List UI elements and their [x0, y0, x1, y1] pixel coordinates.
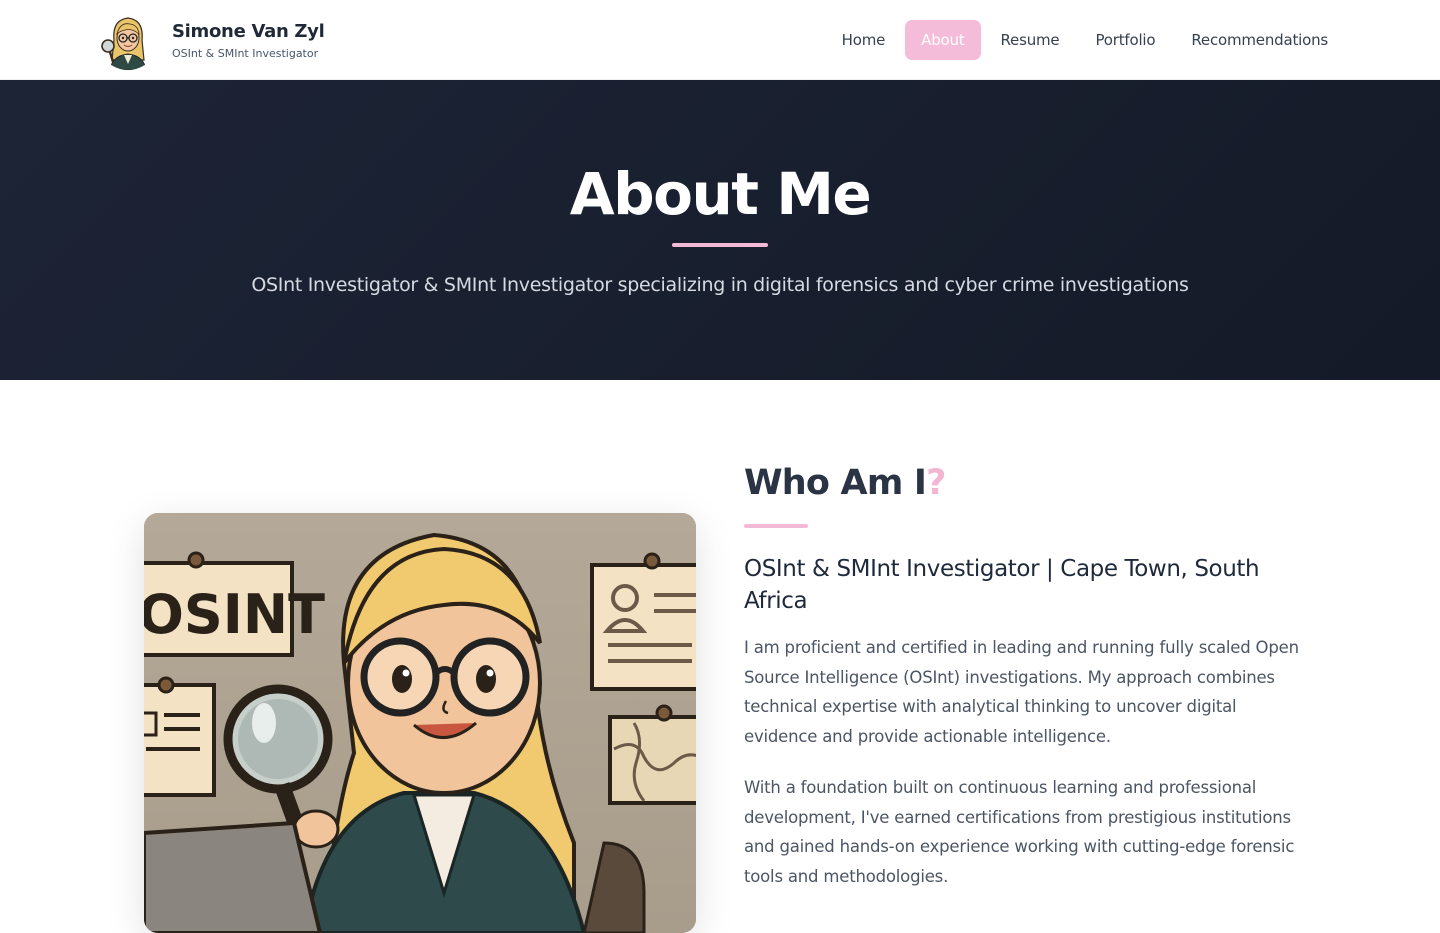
role-heading: OSInt & SMInt Investigator | Cape Town, … [744, 556, 1260, 614]
about-paragraph-1: I am proficient and certified in leading… [744, 638, 1299, 746]
about-paragraph-2: With a foundation built on continuous le… [744, 778, 1295, 886]
nav-recommendations[interactable]: Recommendations [1175, 20, 1344, 60]
brand-subtitle: OSInt & SMInt Investigator [172, 46, 319, 60]
section-divider [744, 524, 808, 528]
osint-sign-text: OSINT [144, 583, 325, 646]
brand-name: Simone Van Zyl [172, 20, 325, 42]
navbar: Simone Van Zyl OSInt & SMInt Investigato… [0, 0, 1440, 80]
section-title-text: Who Am I [744, 463, 927, 503]
nav-portfolio[interactable]: Portfolio [1079, 20, 1171, 60]
hero-divider [672, 243, 768, 247]
hero-title: About Me [569, 160, 872, 228]
nav-about[interactable]: About [905, 20, 981, 60]
nav-home[interactable]: Home [826, 20, 902, 60]
hero-subtitle: OSInt Investigator & SMInt Investigator … [251, 274, 1189, 296]
hero-banner: About Me OSInt Investigator & SMInt Inve… [0, 80, 1440, 380]
nav-resume[interactable]: Resume [985, 20, 1076, 60]
section-title-accent: ? [926, 463, 946, 503]
main-nav: Home About Resume Portfolio Recommendati… [822, 20, 1344, 60]
portrait-illustration: OSINT [144, 513, 696, 933]
avatar [98, 10, 158, 70]
about-section: Who Am I? OSInt & SMInt Investigator | C… [744, 458, 1304, 891]
brand-link[interactable]: Simone Van Zyl OSInt & SMInt Investigato… [98, 10, 325, 70]
section-title: Who Am I? [744, 458, 1304, 508]
